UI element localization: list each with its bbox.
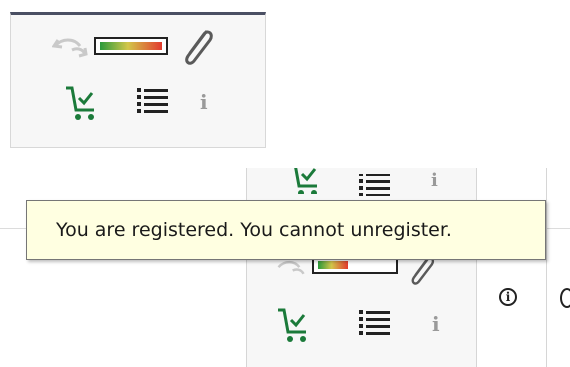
list-icon[interactable] — [137, 86, 169, 120]
column-divider — [546, 168, 547, 367]
info-circle-icon[interactable]: i — [499, 288, 517, 306]
info-letter-icon[interactable]: i — [200, 90, 208, 114]
cart-check-icon[interactable] — [276, 306, 312, 350]
paperclip-icon[interactable] — [178, 26, 218, 74]
info-letter-icon[interactable]: i — [432, 312, 440, 336]
rating-bar-icon — [312, 257, 398, 279]
rating-bar-icon — [94, 37, 168, 59]
toolbar-panel-top — [10, 12, 266, 148]
cart-check-icon[interactable] — [64, 84, 100, 128]
list-icon[interactable] — [359, 308, 391, 342]
undo-arrow-icon[interactable] — [276, 257, 306, 283]
column-divider — [246, 168, 247, 367]
info-letter-icon[interactable]: i — [431, 170, 438, 191]
registration-tooltip: You are registered. You cannot unregiste… — [26, 200, 546, 260]
column-divider — [476, 168, 477, 367]
info-circle-icon[interactable] — [560, 288, 570, 308]
cart-check-icon[interactable] — [287, 168, 323, 194]
undo-arrow-icon[interactable] — [51, 34, 88, 64]
list-icon[interactable] — [359, 174, 391, 196]
